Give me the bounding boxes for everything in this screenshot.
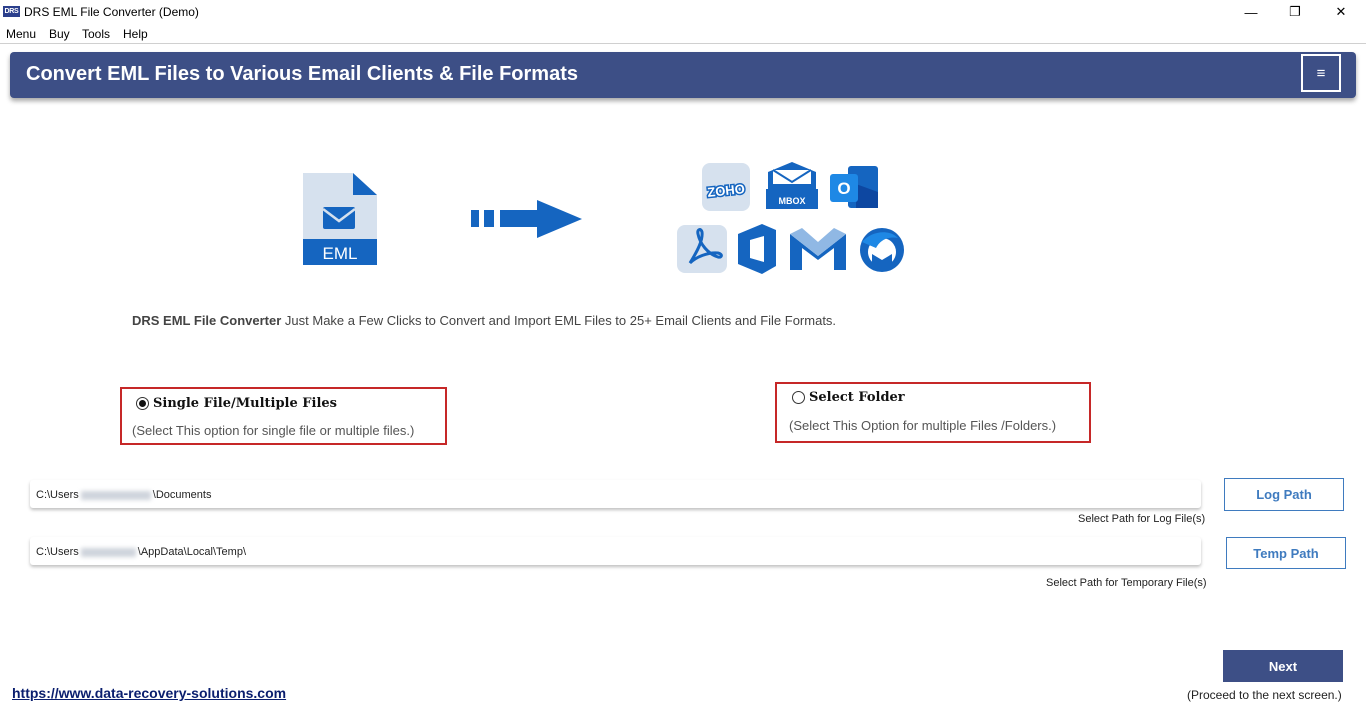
eml-file-icon: EML [303, 173, 377, 265]
hamburger-menu-button[interactable]: ≡ [1301, 54, 1341, 92]
conversion-illustration: EML ZOHO MBOX O [0, 0, 1366, 300]
header-banner: Convert EML Files to Various Email Clien… [10, 52, 1356, 98]
log-path-prefix: C:\Users [36, 489, 79, 501]
log-path-input[interactable]: C:\Users \Documents [30, 480, 1201, 508]
description-text: Just Make a Few Clicks to Convert and Im… [281, 313, 837, 328]
select-folder-radio[interactable] [792, 391, 805, 404]
single-files-label[interactable]: Single File/Multiple Files [153, 396, 337, 411]
log-path-button[interactable]: Log Path [1224, 478, 1344, 511]
redacted-username [80, 490, 151, 500]
zoho-text: ZOHO [707, 181, 746, 200]
menu-item-tools[interactable]: Tools [82, 27, 110, 41]
menu-item-buy[interactable]: Buy [49, 27, 70, 41]
close-button[interactable]: ✕ [1318, 0, 1364, 24]
single-files-hint: (Select This option for single file or m… [132, 423, 415, 438]
eml-label: EML [323, 244, 358, 263]
app-logo-icon: DRS [3, 6, 20, 17]
maximize-button[interactable]: ❐ [1272, 0, 1318, 24]
minimize-button[interactable]: — [1228, 0, 1274, 24]
next-hint: (Proceed to the next screen.) [1187, 688, 1342, 702]
log-path-suffix: \Documents [152, 489, 212, 501]
pdf-icon [677, 225, 727, 273]
outlook-icon: O [830, 166, 878, 208]
select-folder-hint: (Select This Option for multiple Files /… [789, 418, 1057, 433]
option-single-files[interactable]: Single File/Multiple Files (Select This … [120, 387, 447, 445]
hamburger-icon: ≡ [1316, 64, 1326, 82]
window-title: DRS EML File Converter (Demo) [24, 5, 199, 19]
temp-path-input[interactable]: C:\Users \AppData\Local\Temp\ [30, 537, 1201, 565]
product-description: DRS EML File Converter Just Make a Few C… [132, 313, 836, 328]
office365-icon [738, 224, 776, 274]
mbox-icon: MBOX [766, 162, 818, 209]
single-files-radio[interactable] [136, 397, 149, 410]
gmail-icon [790, 228, 846, 270]
title-bar: DRS DRS EML File Converter (Demo) — ❐ ✕ [0, 0, 1366, 24]
page-title: Convert EML Files to Various Email Clien… [26, 63, 578, 85]
menu-item-menu[interactable]: Menu [6, 27, 36, 41]
target-formats-icons: ZOHO MBOX O [677, 162, 904, 274]
product-name: DRS EML File Converter [132, 313, 282, 328]
option-select-folder[interactable]: Select Folder (Select This Option for mu… [775, 382, 1091, 443]
thunderbird-icon [860, 228, 904, 272]
zoho-icon: ZOHO [702, 163, 750, 211]
temp-path-suffix: \AppData\Local\Temp\ [137, 546, 247, 558]
arrow-right-icon [471, 200, 582, 238]
temp-path-caption: Select Path for Temporary File(s) [1046, 577, 1207, 589]
log-path-caption: Select Path for Log File(s) [1078, 513, 1206, 525]
mbox-text: MBOX [779, 196, 806, 206]
menu-bar: Menu Buy Tools Help [0, 24, 1366, 44]
menu-item-help[interactable]: Help [123, 27, 148, 41]
website-link[interactable]: https://www.data-recovery-solutions.com [12, 685, 286, 701]
next-button[interactable]: Next [1223, 650, 1343, 682]
outlook-letter: O [837, 179, 850, 198]
temp-path-button[interactable]: Temp Path [1226, 537, 1346, 569]
temp-path-prefix: C:\Users [36, 546, 79, 558]
redacted-username [80, 547, 136, 557]
select-folder-label[interactable]: Select Folder [809, 390, 905, 405]
